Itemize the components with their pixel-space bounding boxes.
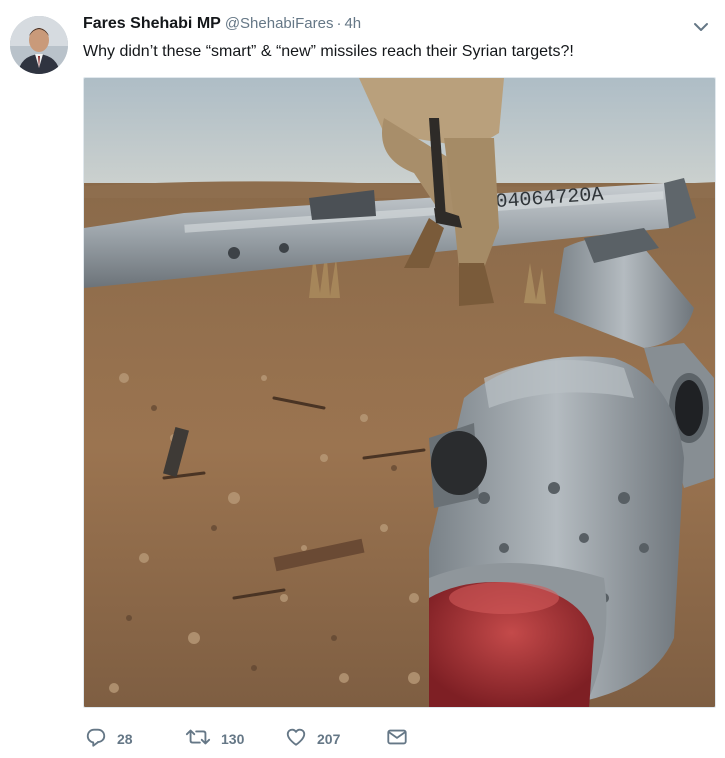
envelope-icon [386, 726, 408, 753]
reply-button[interactable]: 28 [85, 727, 133, 751]
retweet-count: 130 [221, 731, 245, 747]
retweet-icon [185, 726, 211, 753]
reply-count: 28 [117, 731, 133, 747]
reply-icon [85, 726, 107, 753]
chevron-down-icon[interactable] [692, 20, 710, 34]
tweet-header: Fares Shehabi MP @ShehabiFares · 4h [83, 14, 361, 34]
timestamp[interactable]: 4h [344, 15, 361, 32]
avatar[interactable] [10, 16, 68, 74]
separator-dot: · [336, 15, 342, 32]
heart-icon [285, 726, 307, 753]
tweet-actions: 28 130 207 [85, 727, 485, 751]
like-button[interactable]: 207 [285, 727, 340, 751]
display-name[interactable]: Fares Shehabi MP [83, 15, 221, 32]
like-count: 207 [317, 731, 341, 747]
direct-message-button[interactable] [386, 727, 408, 751]
retweet-button[interactable]: 130 [185, 727, 244, 751]
tweet-text: Why didn’t these “smart” & “new” missile… [83, 43, 574, 60]
user-handle[interactable]: @ShehabiFares [225, 15, 334, 32]
tweet-photo[interactable]: 004064720A [83, 77, 716, 708]
avatar-image [10, 16, 68, 74]
missile-debris-photo: 004064720A [84, 78, 715, 707]
tweet[interactable]: Fares Shehabi MP @ShehabiFares · 4h Why did… [0, 0, 725, 758]
